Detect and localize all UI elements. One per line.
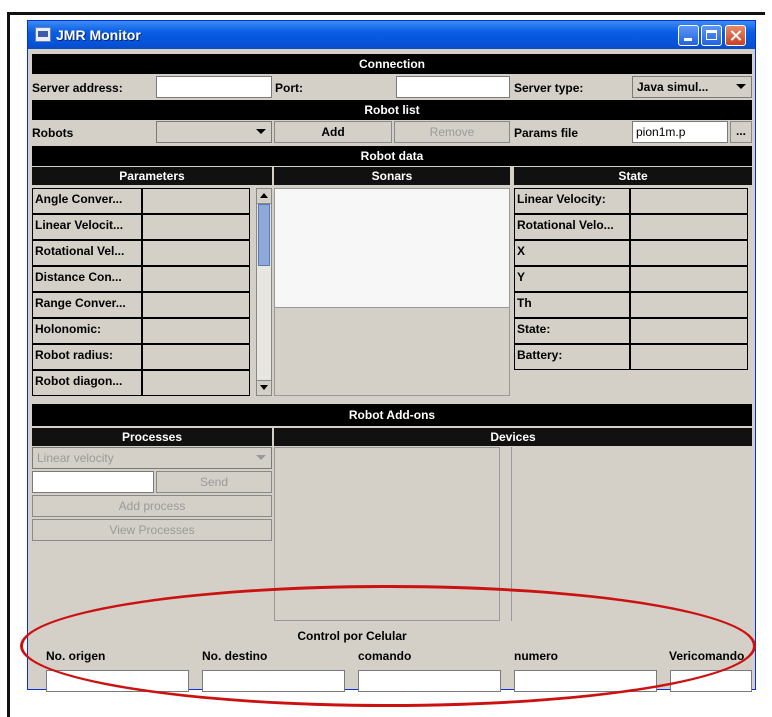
parameter-value[interactable] xyxy=(142,292,250,318)
state-value xyxy=(630,292,748,318)
state-label: Linear Velocity: xyxy=(514,188,630,214)
chevron-down-icon xyxy=(256,455,266,460)
state-table: Linear Velocity: Rotational Velo... X Y … xyxy=(514,188,752,396)
parameter-value[interactable] xyxy=(142,188,250,214)
state-value xyxy=(630,344,748,370)
comando-label: comando xyxy=(358,649,412,663)
vericomando-label: Vericomando xyxy=(669,649,745,663)
devices-header: Devices xyxy=(274,428,752,446)
state-label: Th xyxy=(514,292,630,318)
browse-params-button[interactable]: ... xyxy=(730,121,752,143)
robot-data-header: Robot data xyxy=(32,146,752,166)
state-header: State xyxy=(514,167,752,185)
robot-addons-header: Robot Add-ons xyxy=(32,404,752,426)
parameter-value[interactable] xyxy=(142,240,250,266)
port-input[interactable] xyxy=(396,76,510,98)
robot-list-header: Robot list xyxy=(32,100,752,120)
close-icon[interactable] xyxy=(725,25,746,46)
devices-divider xyxy=(511,447,512,621)
state-label: State: xyxy=(514,318,630,344)
port-label: Port: xyxy=(275,81,303,95)
send-button[interactable]: Send xyxy=(156,471,272,493)
minimize-icon[interactable] xyxy=(678,25,699,46)
jmr-monitor-window: JMR Monitor Connection Server address: P… xyxy=(27,20,756,692)
chevron-up-icon xyxy=(260,193,268,198)
parameter-value[interactable] xyxy=(142,318,250,344)
scroll-up-button[interactable] xyxy=(257,189,271,204)
state-value xyxy=(630,214,748,240)
server-address-label: Server address: xyxy=(32,81,123,95)
parameter-label: Rotational Vel... xyxy=(32,240,142,266)
state-label: X xyxy=(514,240,630,266)
parameter-value[interactable] xyxy=(142,266,250,292)
parameter-label: Holonomic: xyxy=(32,318,142,344)
content-area: Connection Server address: Port: Server … xyxy=(32,49,752,692)
no-origen-input[interactable] xyxy=(46,670,189,692)
parameters-header: Parameters xyxy=(32,167,272,185)
sonars-display xyxy=(274,188,510,308)
state-value xyxy=(630,240,748,266)
state-value xyxy=(630,266,748,292)
server-type-select[interactable]: Java simul... xyxy=(632,76,752,98)
parameter-label: Robot diagon... xyxy=(32,370,142,396)
params-file-label: Params file xyxy=(514,126,579,140)
process-value-input[interactable] xyxy=(32,471,154,493)
state-label: Rotational Velo... xyxy=(514,214,630,240)
no-destino-input[interactable] xyxy=(202,670,345,692)
parameter-label: Distance Con... xyxy=(32,266,142,292)
parameter-value[interactable] xyxy=(142,370,250,396)
no-origen-label: No. origen xyxy=(46,649,106,663)
params-file-input[interactable]: pion1m.p xyxy=(632,121,728,143)
devices-list xyxy=(274,447,500,621)
server-type-value: Java simul... xyxy=(637,80,709,94)
maximize-icon[interactable] xyxy=(701,25,722,46)
comando-input[interactable] xyxy=(358,670,501,692)
state-label: Y xyxy=(514,266,630,292)
chevron-down-icon xyxy=(260,385,268,390)
chevron-down-icon xyxy=(736,84,746,89)
parameter-label: Angle Conver... xyxy=(32,188,142,214)
parameters-scrollbar[interactable] xyxy=(256,188,272,396)
scroll-thumb[interactable] xyxy=(258,204,270,266)
view-processes-button[interactable]: View Processes xyxy=(32,519,272,541)
parameters-table: Angle Conver... Linear Velocit... Rotati… xyxy=(32,188,254,396)
state-label: Battery: xyxy=(514,344,630,370)
add-process-button[interactable]: Add process xyxy=(32,495,272,517)
app-icon xyxy=(35,27,51,42)
parameter-value[interactable] xyxy=(142,344,250,370)
process-select[interactable]: Linear velocity xyxy=(32,447,272,469)
control-title: Control por Celular xyxy=(297,629,407,643)
server-type-label: Server type: xyxy=(514,81,584,95)
window-title: JMR Monitor xyxy=(56,27,141,43)
remove-robot-button[interactable]: Remove xyxy=(394,121,510,143)
robots-label: Robots xyxy=(32,126,74,140)
parameter-label: Range Conver... xyxy=(32,292,142,318)
state-value xyxy=(630,188,748,214)
robots-select[interactable] xyxy=(156,121,272,143)
parameter-value[interactable] xyxy=(142,214,250,240)
connection-header: Connection xyxy=(32,54,752,74)
scroll-down-button[interactable] xyxy=(257,380,271,395)
parameter-label: Linear Velocit... xyxy=(32,214,142,240)
numero-label: numero xyxy=(514,649,559,663)
no-destino-label: No. destino xyxy=(202,649,268,663)
add-robot-button[interactable]: Add xyxy=(274,121,392,143)
vericomando-input[interactable] xyxy=(670,670,752,692)
processes-header: Processes xyxy=(32,428,272,446)
state-value xyxy=(630,318,748,344)
sonars-header: Sonars xyxy=(274,167,510,185)
process-select-value: Linear velocity xyxy=(37,451,114,465)
numero-input[interactable] xyxy=(514,670,657,692)
title-bar[interactable]: JMR Monitor xyxy=(28,21,755,49)
chevron-down-icon xyxy=(256,129,266,134)
sonars-panel xyxy=(274,308,510,396)
parameter-label: Robot radius: xyxy=(32,344,142,370)
server-address-input[interactable] xyxy=(156,76,272,98)
